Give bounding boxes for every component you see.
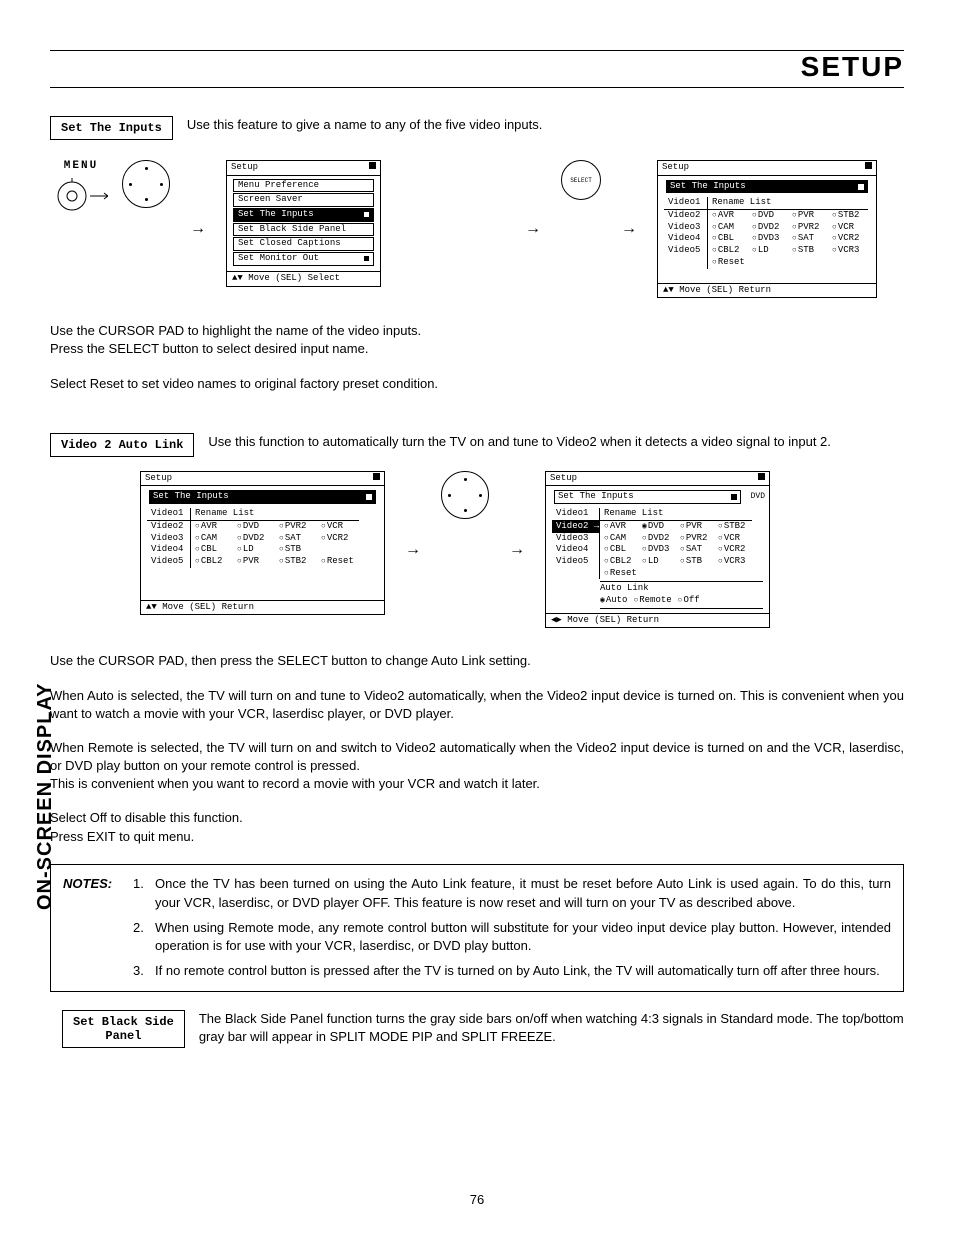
osd-menu-item: Set Monitor Out	[233, 252, 374, 266]
osd-menu-item: Set Black Side Panel	[233, 223, 374, 237]
note-text: Once the TV has been turned on using the…	[155, 875, 891, 913]
remote-menu-diagram: MENU	[54, 160, 108, 216]
cursor-pad-diagram	[122, 160, 170, 208]
section-set-black-side-panel: Set Black Side Panel	[62, 1010, 185, 1048]
remote-menu-label: MENU	[64, 160, 98, 172]
notes-label	[63, 962, 133, 981]
page-number: 76	[50, 1192, 904, 1207]
section-video2-auto-link: Video 2 Auto Link	[50, 433, 194, 457]
notes-box: NOTES:1.Once the TV has been turned on u…	[50, 864, 904, 992]
arrow-right-icon: →	[503, 541, 531, 559]
osd-subtitle-selected: Set The Inputs	[666, 180, 868, 194]
note-number: 3.	[133, 962, 155, 981]
section-set-the-inputs: Set The Inputs	[50, 116, 173, 140]
page-title: SETUP	[50, 51, 904, 88]
body-text: When Auto is selected, the TV will turn …	[50, 687, 904, 723]
section-video2-auto-link-desc: Use this function to automatically turn …	[208, 433, 830, 451]
arrow-right-icon: →	[399, 541, 427, 559]
note-text: When using Remote mode, any remote contr…	[155, 919, 891, 957]
body-text: Use the CURSOR PAD to highlight the name…	[50, 322, 904, 358]
section-set-the-inputs-desc: Use this feature to give a name to any o…	[187, 116, 543, 134]
osd-title: Setup	[662, 162, 689, 174]
scrollbar-icon	[758, 473, 765, 480]
arrow-right-icon: →	[184, 220, 212, 238]
osd-title: Setup	[145, 473, 172, 485]
osd-menu-item: Menu Preference	[233, 179, 374, 193]
osd-set-inputs-autolink: Setup Set The Inputs DVD Video1Rename Li…	[545, 471, 770, 629]
cursor-pad-diagram	[441, 471, 489, 519]
body-text: Use the CURSOR PAD, then press the SELEC…	[50, 652, 904, 670]
scrollbar-icon	[865, 162, 872, 169]
osd-footer: ▲▼ Move (SEL) Select	[227, 271, 380, 286]
osd-title: Setup	[550, 473, 577, 485]
notes-label	[63, 919, 133, 957]
osd-setup-menu: Setup Menu PreferenceScreen SaverSet The…	[226, 160, 381, 287]
select-button-icon: SELECT	[561, 160, 601, 200]
section-set-black-side-panel-desc: The Black Side Panel function turns the …	[199, 1010, 904, 1045]
osd-subtitle-selected: Set The Inputs	[149, 490, 376, 504]
side-label: ON-SCREEN DISPLAY	[34, 683, 57, 910]
remote-select-diagram: SELECT	[561, 160, 601, 200]
note-number: 2.	[133, 919, 155, 957]
notes-label: NOTES:	[63, 875, 133, 913]
osd-menu-item: Set The Inputs	[233, 208, 374, 222]
body-text: Select Off to disable this function. Pre…	[50, 809, 904, 845]
body-text: When Remote is selected, the TV will tur…	[50, 739, 904, 794]
osd-footer: ▲▼ Move (SEL) Return	[141, 600, 384, 615]
osd-footer: ▲▼ Move (SEL) Return	[658, 283, 876, 298]
osd-set-inputs-list: Setup Set The Inputs Video1Rename ListVi…	[657, 160, 877, 298]
scrollbar-icon	[369, 162, 376, 169]
arrow-right-icon: →	[519, 220, 547, 238]
osd-menu-item: Screen Saver	[233, 193, 374, 207]
osd-footer: ◀▶ Move (SEL) Return	[546, 613, 769, 628]
osd-title: Setup	[231, 162, 258, 174]
osd-set-inputs-before: Setup Set The Inputs Video1Rename ListVi…	[140, 471, 385, 616]
osd-subtitle: Set The Inputs	[554, 490, 741, 504]
osd-badge: DVD	[751, 492, 765, 502]
menu-button-icon	[54, 176, 108, 216]
note-number: 1.	[133, 875, 155, 913]
arrow-right-icon: →	[615, 220, 643, 238]
osd-menu-item: Set Closed Captions	[233, 237, 374, 251]
scrollbar-icon	[373, 473, 380, 480]
body-text: Select Reset to set video names to origi…	[50, 375, 904, 393]
note-text: If no remote control button is pressed a…	[155, 962, 891, 981]
